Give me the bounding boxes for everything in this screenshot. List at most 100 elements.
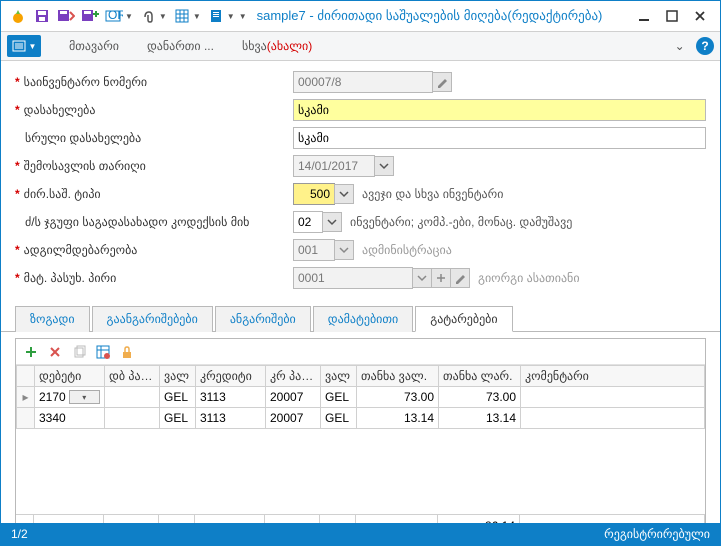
field-name[interactable]: სკამი: [293, 99, 706, 121]
toolbar-orf-icon[interactable]: ORF: [103, 5, 125, 27]
label-location: *ადგილმდებარეობა: [15, 243, 293, 257]
add-row-icon[interactable]: [22, 343, 40, 361]
document-icon[interactable]: [205, 5, 227, 27]
cell-cur2[interactable]: GEL: [321, 387, 357, 408]
col-amount-cur[interactable]: თანხა ვალ.: [357, 366, 439, 387]
label-responsible: *მატ. პასუხ. პირი: [15, 271, 293, 285]
cell-amount-cur[interactable]: 73.00: [357, 387, 439, 408]
lock-icon[interactable]: [118, 343, 136, 361]
ribbon-addon[interactable]: დანართი ...: [147, 39, 214, 53]
app-icon: [7, 5, 29, 27]
label-fullname: სრული დასახელება: [15, 131, 293, 145]
row-indicator-icon: ▸: [17, 387, 35, 408]
help-icon[interactable]: ?: [696, 37, 714, 55]
ribbon-other-label: სხვა: [242, 39, 267, 53]
label-tax-group: ძ/ს ჯგუფი საგადასახადო კოდექსის მიხ: [15, 215, 293, 229]
ribbon-main[interactable]: მთავარი: [69, 39, 119, 53]
table-settings-icon[interactable]: [94, 343, 112, 361]
label-inv-number: *საინვენტარო ნომერი: [15, 75, 293, 89]
col-debit[interactable]: დებეტი: [35, 366, 105, 387]
cell-amount-cur[interactable]: 13.14: [357, 408, 439, 429]
col-credit[interactable]: კრედიტი: [196, 366, 266, 387]
save-close-icon[interactable]: [55, 5, 77, 27]
col-db-partner[interactable]: დბ პარტ.: [105, 366, 160, 387]
chevron-down-icon[interactable]: ▼: [159, 12, 167, 21]
save-icon[interactable]: [31, 5, 53, 27]
chevron-down-icon[interactable]: ▼: [227, 12, 235, 21]
ribbon-right: ⌄ ?: [675, 37, 714, 55]
status-state: რეგისტრირებული: [604, 527, 710, 541]
statusbar: 1/2 რეგისტრირებული: [1, 523, 720, 545]
col-currency2[interactable]: ვალ: [321, 366, 357, 387]
edit-icon[interactable]: [450, 268, 470, 288]
tabstrip: ზოგადი გაანგარიშებები ანგარიშები დამატებ…: [1, 305, 720, 332]
col-comment[interactable]: კომენტარი: [521, 366, 705, 387]
grid-toolbar: [16, 339, 705, 365]
menu-button[interactable]: ▼: [7, 35, 41, 57]
cell-db-partner[interactable]: [105, 387, 160, 408]
label-income-date: *შემოსავლის თარიღი: [15, 159, 293, 173]
cell-cur1[interactable]: GEL: [160, 408, 196, 429]
status-page: 1/2: [11, 527, 28, 541]
col-cr-partner[interactable]: კრ პარტ.: [266, 366, 321, 387]
tab-general[interactable]: ზოგადი: [15, 306, 90, 332]
table-row[interactable]: 3340 GEL 3113 20007 GEL 13.14 13.14: [17, 408, 705, 429]
ribbon-other[interactable]: სხვა(ახალი): [242, 39, 312, 53]
cell-cur1[interactable]: GEL: [160, 387, 196, 408]
cell-debit[interactable]: 3340: [35, 408, 105, 429]
chevron-down-icon[interactable]: ▾: [69, 390, 101, 404]
tab-calculations[interactable]: გაანგარიშებები: [92, 306, 213, 332]
location-text: ადმინისტრაცია: [362, 243, 452, 257]
col-amount-lari[interactable]: თანხა ლარ.: [439, 366, 521, 387]
ribbon: ▼ მთავარი დანართი ... სხვა(ახალი) ⌄ ?: [1, 31, 720, 61]
cell-db-partner[interactable]: [105, 408, 160, 429]
responsible-text: გიორგი ასათიანი: [478, 271, 580, 285]
dropdown-icon[interactable]: [334, 240, 354, 260]
copy-icon[interactable]: [70, 343, 88, 361]
svg-text:ORF: ORF: [108, 8, 123, 22]
label-asset-type: *ძირ.საშ. ტიპი: [15, 187, 293, 201]
chevron-down-icon[interactable]: ▼: [125, 12, 133, 21]
field-asset-type[interactable]: 500: [293, 183, 335, 205]
cell-comment[interactable]: [521, 408, 705, 429]
chevron-down-icon[interactable]: ▼: [239, 12, 247, 21]
plus-icon[interactable]: [431, 268, 451, 288]
tab-entries[interactable]: გატარებები: [415, 306, 512, 332]
chevron-down-icon[interactable]: ⌄: [675, 39, 685, 53]
delete-row-icon[interactable]: [46, 343, 64, 361]
tab-accounts[interactable]: ანგარიშები: [215, 306, 311, 332]
grid-icon[interactable]: [171, 5, 193, 27]
cell-amount-lari[interactable]: 13.14: [439, 408, 521, 429]
attachment-icon[interactable]: [137, 5, 159, 27]
grid-panel: დებეტი დბ პარტ. ვალ კრედიტი კრ პარტ. ვალ…: [15, 338, 706, 538]
field-location: 001: [293, 239, 335, 261]
cell-credit[interactable]: 3113: [196, 408, 266, 429]
cell-comment[interactable]: [521, 387, 705, 408]
chevron-down-icon[interactable]: ▼: [193, 12, 201, 21]
cell-cur2[interactable]: GEL: [321, 408, 357, 429]
maximize-button[interactable]: [658, 5, 686, 27]
tax-group-text: ინვენტარი; კომპ.-ები, მონაც. დამუშავე: [350, 215, 572, 229]
dropdown-icon[interactable]: [412, 268, 432, 288]
dropdown-icon[interactable]: [322, 212, 342, 232]
table-row[interactable]: ▸ 2170▾ GEL 3113 20007 GEL 73.00 73.00: [17, 387, 705, 408]
cell-cr-partner[interactable]: 20007: [266, 408, 321, 429]
entries-grid[interactable]: დებეტი დბ პარტ. ვალ კრედიტი კრ პარტ. ვალ…: [16, 365, 705, 429]
cell-cr-partner[interactable]: 20007: [266, 387, 321, 408]
cell-amount-lari[interactable]: 73.00: [439, 387, 521, 408]
cell-credit[interactable]: 3113: [196, 387, 266, 408]
dropdown-icon[interactable]: [374, 156, 394, 176]
titlebar: ORF ▼ ▼ ▼ ▼ ▼ sample7 - ძირითადი საშუალე…: [1, 1, 720, 31]
field-income-date: 14/01/2017: [293, 155, 375, 177]
dropdown-icon[interactable]: [334, 184, 354, 204]
field-inv-number: 00007/8: [293, 71, 433, 93]
field-fullname[interactable]: სკამი: [293, 127, 706, 149]
field-tax-group[interactable]: 02: [293, 211, 323, 233]
minimize-button[interactable]: [630, 5, 658, 27]
tab-additional[interactable]: დამატებითი: [313, 306, 413, 332]
edit-icon[interactable]: [432, 72, 452, 92]
save-new-icon[interactable]: [79, 5, 101, 27]
col-currency1[interactable]: ვალ: [160, 366, 196, 387]
cell-debit[interactable]: 2170▾: [35, 387, 105, 408]
close-button[interactable]: [686, 5, 714, 27]
